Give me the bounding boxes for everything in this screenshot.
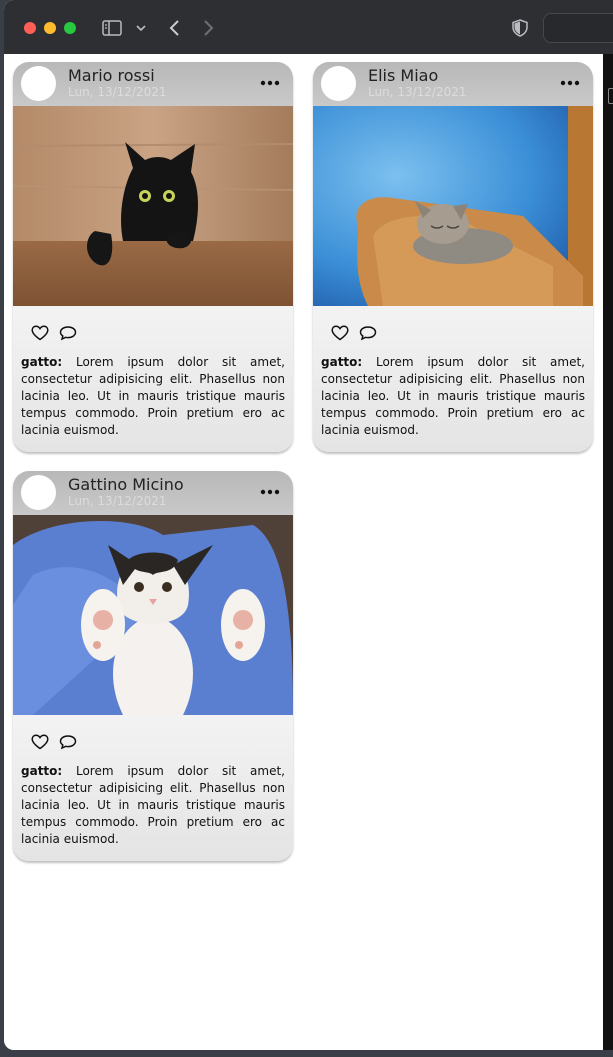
more-options-icon[interactable] — [259, 76, 281, 90]
post-photo — [313, 106, 593, 306]
page-content: Mario rossi Lun, 13/12/2021 gatto: Lorem… — [4, 54, 603, 1050]
post-author[interactable]: Elis Miao — [368, 66, 438, 85]
chevron-down-icon[interactable] — [134, 16, 148, 40]
heart-icon[interactable] — [31, 733, 49, 751]
post-actions — [31, 324, 77, 342]
maximize-window-button[interactable] — [64, 22, 76, 34]
comment-icon[interactable] — [59, 733, 77, 751]
post-author[interactable]: Gattino Micino — [68, 475, 184, 494]
post-photo — [13, 106, 293, 306]
minimize-window-button[interactable] — [44, 22, 56, 34]
post-date: Lun, 13/12/2021 — [368, 85, 467, 99]
sidebar-toggle-icon[interactable] — [100, 16, 124, 40]
post-actions — [31, 733, 77, 751]
caption-tag: gatto: — [21, 355, 63, 369]
post-card: Mario rossi Lun, 13/12/2021 gatto: Lorem… — [13, 62, 293, 452]
post-date: Lun, 13/12/2021 — [68, 494, 167, 508]
browser-window: Mario rossi Lun, 13/12/2021 gatto: Lorem… — [4, 0, 613, 1050]
post-header: Elis Miao Lun, 13/12/2021 — [313, 62, 593, 106]
heart-icon[interactable] — [331, 324, 349, 342]
caption-tag: gatto: — [321, 355, 363, 369]
post-caption: gatto: Lorem ipsum dolor sit amet, conse… — [21, 763, 285, 848]
browser-toolbar — [4, 0, 613, 55]
post-header: Gattino Micino Lun, 13/12/2021 — [13, 471, 293, 515]
forward-icon[interactable] — [199, 16, 219, 40]
post-author[interactable]: Mario rossi — [68, 66, 155, 85]
post-caption: gatto: Lorem ipsum dolor sit amet, conse… — [321, 354, 585, 439]
post-header: Mario rossi Lun, 13/12/2021 — [13, 62, 293, 106]
shield-icon[interactable] — [510, 16, 530, 40]
post-caption: gatto: Lorem ipsum dolor sit amet, conse… — [21, 354, 285, 439]
back-icon[interactable] — [164, 16, 184, 40]
avatar[interactable] — [321, 66, 356, 101]
adjacent-window-icon — [608, 88, 613, 104]
avatar[interactable] — [21, 66, 56, 101]
post-date: Lun, 13/12/2021 — [68, 85, 167, 99]
avatar[interactable] — [21, 475, 56, 510]
post-actions — [331, 324, 377, 342]
more-options-icon[interactable] — [559, 76, 581, 90]
address-bar[interactable] — [543, 13, 613, 43]
comment-icon[interactable] — [359, 324, 377, 342]
post-card: Gattino Micino Lun, 13/12/2021 gatto: Lo… — [13, 471, 293, 861]
caption-tag: gatto: — [21, 764, 63, 778]
post-card: Elis Miao Lun, 13/12/2021 gatto: Lorem i… — [313, 62, 593, 452]
close-window-button[interactable] — [24, 22, 36, 34]
heart-icon[interactable] — [31, 324, 49, 342]
adjacent-window-edge — [603, 54, 613, 1050]
comment-icon[interactable] — [59, 324, 77, 342]
more-options-icon[interactable] — [259, 485, 281, 499]
post-photo — [13, 515, 293, 715]
